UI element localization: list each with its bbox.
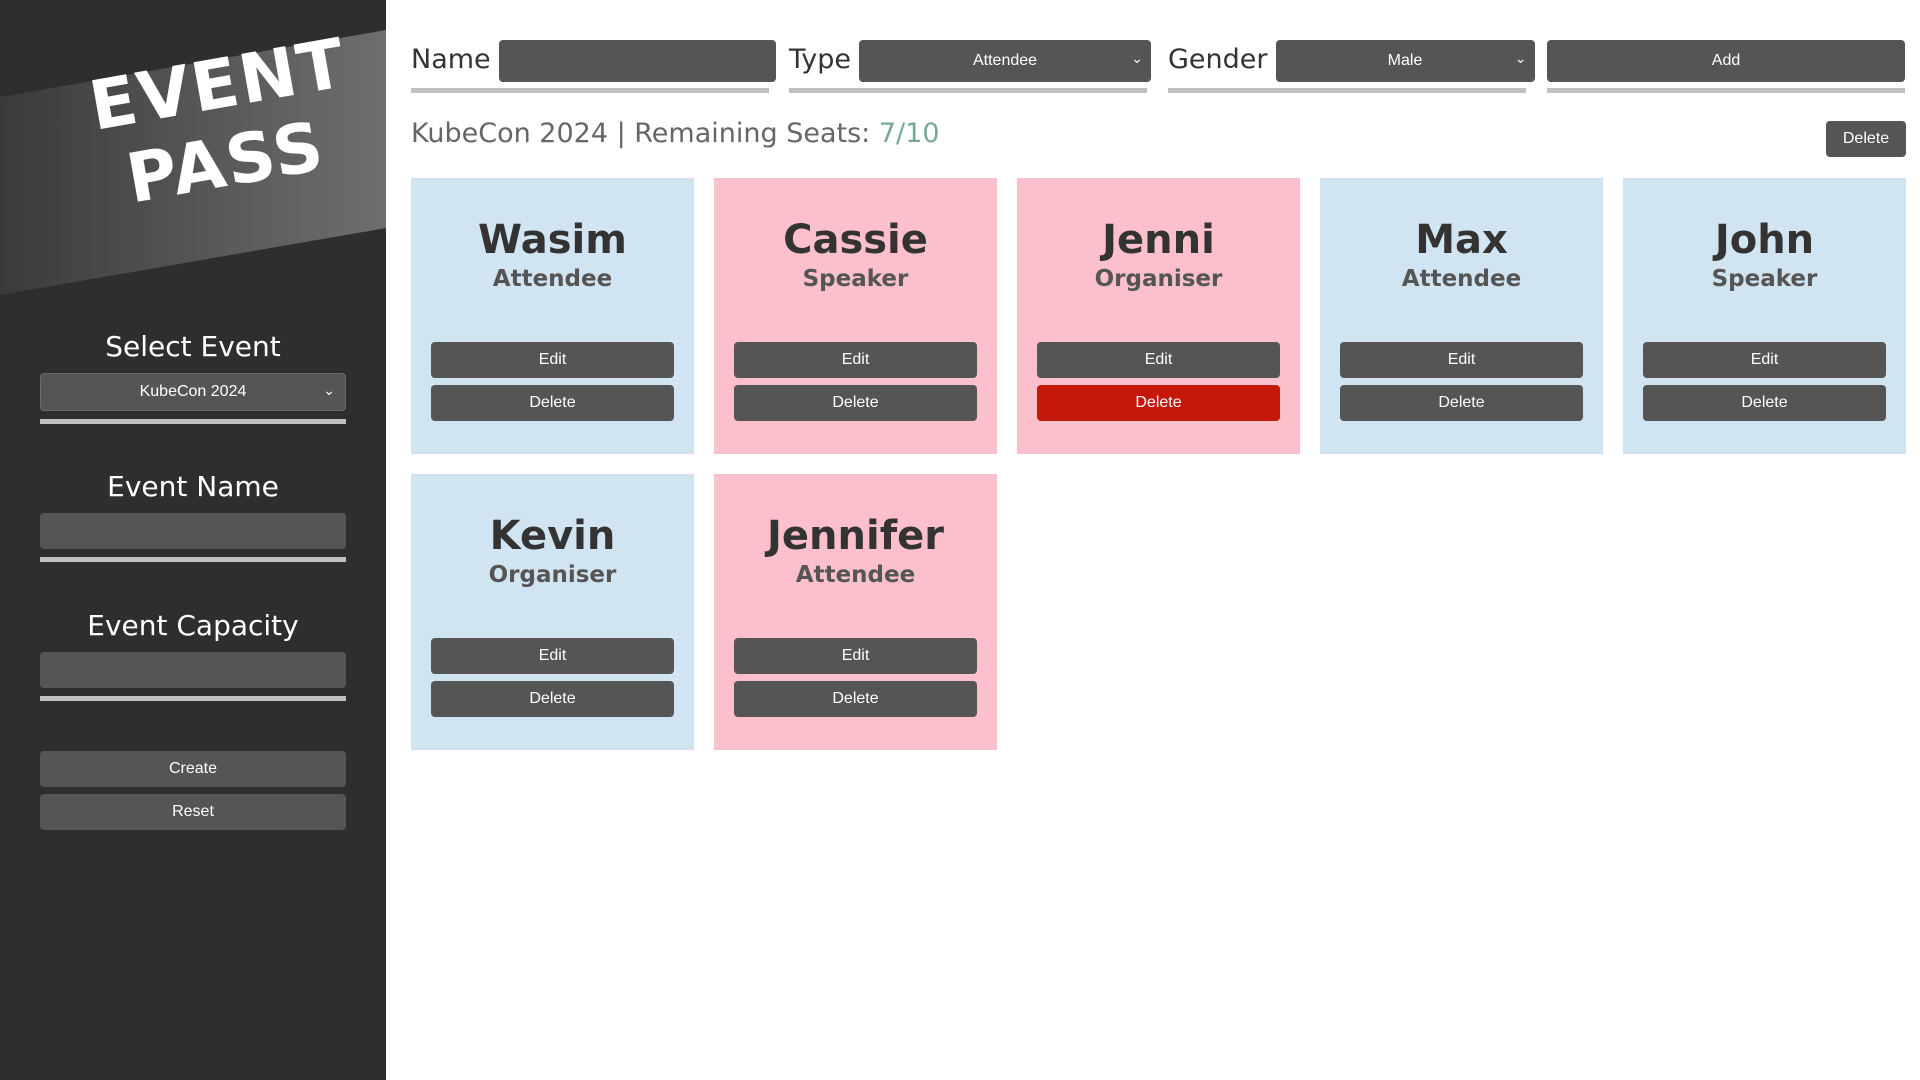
delete-button[interactable]: Delete bbox=[734, 681, 977, 717]
reset-button[interactable]: Reset bbox=[40, 794, 346, 830]
gender-field-group: Gender Male ⌄ bbox=[1168, 40, 1535, 94]
card-role: Speaker bbox=[802, 266, 909, 292]
card-role: Organiser bbox=[488, 562, 617, 588]
select-event-label: Select Event bbox=[105, 330, 281, 363]
type-select-value: Attendee bbox=[972, 52, 1038, 69]
event-capacity-label: Event Capacity bbox=[87, 609, 299, 642]
attendee-card: Wasim Attendee Edit Delete bbox=[411, 178, 694, 454]
select-event-section: Select Event KubeCon 2024 ⌄ bbox=[40, 330, 346, 424]
name-field-group: Name bbox=[411, 40, 776, 94]
type-label: Type bbox=[789, 44, 852, 75]
gender-underline bbox=[1168, 88, 1526, 93]
name-label: Name bbox=[411, 44, 491, 75]
gender-select-value: Male bbox=[1387, 52, 1423, 69]
event-capacity-underline bbox=[40, 696, 346, 701]
delete-button[interactable]: Delete bbox=[431, 681, 674, 717]
card-name: Kevin bbox=[489, 513, 616, 559]
edit-button[interactable]: Edit bbox=[734, 342, 977, 378]
attendee-card: Jennifer Attendee Edit Delete bbox=[714, 474, 997, 750]
chevron-down-icon: ⌄ bbox=[1131, 50, 1144, 66]
card-role: Attendee bbox=[1401, 266, 1522, 292]
event-header: KubeCon 2024 | Remaining Seats: 7/10 bbox=[411, 118, 940, 149]
card-name: Jennifer bbox=[767, 513, 944, 559]
card-name: Wasim bbox=[478, 217, 627, 263]
event-name-underline bbox=[40, 557, 346, 562]
event-select[interactable]: KubeCon 2024 ⌄ bbox=[40, 373, 346, 411]
delete-button[interactable]: Delete bbox=[1340, 385, 1583, 421]
event-capacity-section: Event Capacity bbox=[40, 609, 346, 701]
card-role: Speaker bbox=[1711, 266, 1818, 292]
event-select-value: KubeCon 2024 bbox=[139, 383, 247, 400]
add-button[interactable]: Add bbox=[1547, 40, 1905, 82]
event-name-section: Event Name bbox=[40, 470, 346, 562]
card-role: Organiser bbox=[1094, 266, 1223, 292]
create-button[interactable]: Create bbox=[40, 751, 346, 787]
edit-button[interactable]: Edit bbox=[431, 638, 674, 674]
delete-button[interactable]: Delete bbox=[431, 385, 674, 421]
chevron-down-icon: ⌄ bbox=[323, 382, 335, 398]
gender-select[interactable]: Male ⌄ bbox=[1275, 40, 1535, 82]
select-event-underline bbox=[40, 419, 346, 424]
remaining-seats: 7/10 bbox=[878, 118, 940, 149]
sidebar: EVENT PASS Select Event KubeCon 2024 ⌄ E… bbox=[0, 0, 386, 1080]
edit-button[interactable]: Edit bbox=[1037, 342, 1280, 378]
attendee-card: Max Attendee Edit Delete bbox=[1320, 178, 1603, 454]
event-title: KubeCon 2024 | Remaining Seats: bbox=[411, 118, 879, 149]
attendee-card: John Speaker Edit Delete bbox=[1623, 178, 1906, 454]
type-underline bbox=[789, 88, 1147, 93]
gender-label: Gender bbox=[1168, 44, 1268, 75]
delete-event-button[interactable]: Delete bbox=[1826, 121, 1906, 157]
edit-button[interactable]: Edit bbox=[1340, 342, 1583, 378]
event-capacity-input[interactable] bbox=[40, 652, 346, 688]
chevron-down-icon: ⌄ bbox=[1514, 50, 1527, 66]
attendee-card: Cassie Speaker Edit Delete bbox=[714, 178, 997, 454]
card-name: Max bbox=[1415, 217, 1508, 263]
delete-button[interactable]: Delete bbox=[1643, 385, 1886, 421]
card-name: Jenni bbox=[1102, 217, 1215, 263]
event-name-label: Event Name bbox=[107, 470, 279, 503]
add-underline bbox=[1547, 88, 1905, 93]
edit-button[interactable]: Edit bbox=[734, 638, 977, 674]
delete-button-hovered[interactable]: Delete bbox=[1037, 385, 1280, 421]
card-name: John bbox=[1714, 217, 1815, 263]
edit-button[interactable]: Edit bbox=[431, 342, 674, 378]
event-name-input[interactable] bbox=[40, 513, 346, 549]
name-underline bbox=[411, 88, 769, 93]
attendee-card: Jenni Organiser Edit Delete bbox=[1017, 178, 1300, 454]
edit-button[interactable]: Edit bbox=[1643, 342, 1886, 378]
name-input[interactable] bbox=[498, 40, 776, 82]
card-role: Attendee bbox=[492, 266, 613, 292]
attendee-card: Kevin Organiser Edit Delete bbox=[411, 474, 694, 750]
delete-button[interactable]: Delete bbox=[734, 385, 977, 421]
card-name: Cassie bbox=[783, 217, 928, 263]
card-role: Attendee bbox=[795, 562, 916, 588]
type-select[interactable]: Attendee ⌄ bbox=[859, 40, 1152, 82]
type-field-group: Type Attendee ⌄ bbox=[789, 40, 1152, 94]
app: EVENT PASS Select Event KubeCon 2024 ⌄ E… bbox=[0, 0, 1920, 1080]
